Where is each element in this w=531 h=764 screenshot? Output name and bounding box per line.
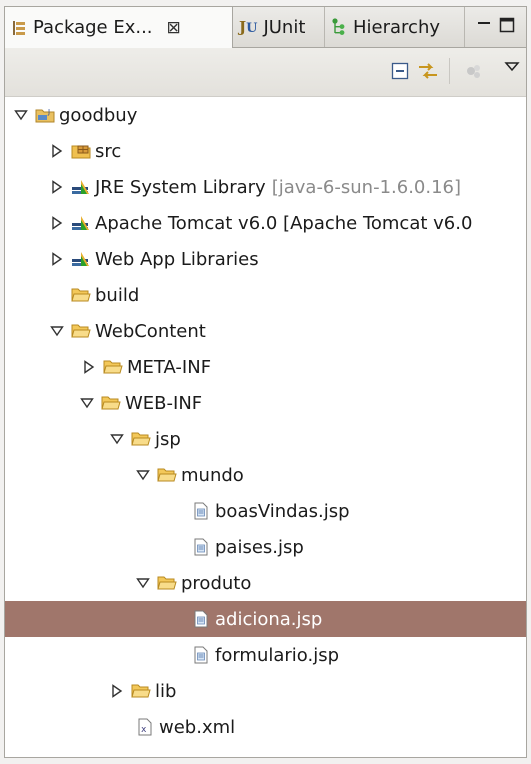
library-icon (71, 249, 91, 269)
tree-item-label: WEB-INF (125, 392, 203, 414)
tree-item-label: adiciona.jsp (215, 608, 323, 630)
folder-icon (131, 681, 151, 701)
tab-label: Package Ex... (33, 17, 153, 38)
expanded-twisty-icon[interactable] (109, 433, 125, 445)
tree-item-label: META-INF (127, 356, 212, 378)
svg-text:x: x (141, 725, 147, 735)
xml-file-icon: x (135, 717, 155, 737)
tree-item-produto[interactable]: produto (5, 565, 526, 601)
collapsed-twisty-icon[interactable] (49, 252, 65, 266)
tree-item-label: Web App Libraries (95, 248, 259, 270)
tree-item-jre-system-library[interactable]: JRE System Library [java-6-sun-1.6.0.16] (5, 169, 526, 205)
junit-icon: JU (239, 18, 258, 36)
tree-item-decoration: [java-6-sun-1.6.0.16] (271, 176, 462, 198)
tree-item-paises-jsp[interactable]: paises.jsp (5, 529, 526, 565)
tree-item-label: jsp (155, 428, 181, 450)
tree-item-goodbuy[interactable]: J goodbuy (5, 97, 526, 133)
tree-item-web-xml[interactable]: x web.xml (5, 709, 526, 745)
tree-item-label: src (95, 140, 122, 162)
focus-icon[interactable] (463, 60, 485, 82)
expanded-twisty-icon[interactable] (49, 325, 65, 337)
folder-icon (103, 357, 123, 377)
folder-icon (101, 393, 121, 413)
window-controls (477, 7, 515, 47)
tree-item-lib[interactable]: lib (5, 673, 526, 709)
collapsed-twisty-icon[interactable] (49, 144, 65, 158)
minimize-icon[interactable] (477, 17, 491, 38)
tree-item-meta-inf[interactable]: META-INF (5, 349, 526, 385)
package-explorer-icon (11, 20, 27, 36)
hierarchy-icon (331, 18, 347, 36)
tree-item-boasvindas-jsp[interactable]: boasVindas.jsp (5, 493, 526, 529)
tree-item-mundo[interactable]: mundo (5, 457, 526, 493)
expanded-twisty-icon[interactable] (79, 397, 95, 409)
tree-item-label: mundo (181, 464, 244, 486)
tab-junit[interactable]: JU JUnit (233, 7, 325, 47)
tab-package-explorer[interactable]: Package Ex... ⊠ (5, 7, 233, 48)
tree-item-label: Apache Tomcat v6.0 [Apache Tomcat v6.0 (95, 212, 473, 234)
tree-item-build[interactable]: build (5, 277, 526, 313)
tree-item-label: produto (181, 572, 252, 594)
tree-item-label: paises.jsp (215, 536, 304, 558)
tree-item-label: formulario.jsp (215, 644, 340, 666)
expanded-twisty-icon[interactable] (135, 469, 151, 481)
jsp-file-icon (191, 501, 211, 521)
collapsed-twisty-icon[interactable] (49, 180, 65, 194)
view-toolbar (5, 48, 526, 97)
folder-icon (157, 465, 177, 485)
folder-icon (71, 285, 91, 305)
link-with-editor-icon[interactable] (417, 60, 439, 82)
folder-icon (71, 321, 91, 341)
collapsed-twisty-icon[interactable] (49, 216, 65, 230)
close-icon[interactable]: ⊠ (167, 18, 181, 38)
tree-item-label: boasVindas.jsp (215, 500, 350, 522)
tree-item-label: WebContent (95, 320, 206, 342)
view-menu-icon[interactable] (501, 56, 523, 78)
maximize-icon[interactable] (499, 17, 515, 38)
collapse-all-icon[interactable] (389, 60, 411, 82)
tree-item-adiciona-jsp[interactable]: adiciona.jsp (5, 601, 526, 637)
library-icon (71, 213, 91, 233)
expanded-twisty-icon[interactable] (13, 109, 29, 121)
tree-item-web-inf[interactable]: WEB-INF (5, 385, 526, 421)
project-icon: J (35, 105, 55, 125)
tree-item-src[interactable]: src (5, 133, 526, 169)
collapsed-twisty-icon[interactable] (109, 684, 125, 698)
tree-item-label: JRE System Library (95, 176, 266, 198)
svg-text:J: J (47, 108, 50, 116)
package-folder-icon (71, 141, 91, 161)
package-explorer-view: Package Ex... ⊠ JU JUnit Hierarchy J goo… (4, 6, 527, 758)
jsp-file-icon (191, 645, 211, 665)
tree-item-label: goodbuy (59, 104, 138, 126)
tree-item-jsp[interactable]: jsp (5, 421, 526, 457)
tree-item-web-app-libraries[interactable]: Web App Libraries (5, 241, 526, 277)
expanded-twisty-icon[interactable] (135, 577, 151, 589)
jsp-file-icon (191, 609, 211, 629)
library-icon (71, 177, 91, 197)
tree-item-apache-tomcat[interactable]: Apache Tomcat v6.0 [Apache Tomcat v6.0 (5, 205, 526, 241)
jsp-file-icon (191, 537, 211, 557)
tree-item-label: build (95, 284, 140, 306)
collapsed-twisty-icon[interactable] (81, 360, 97, 374)
tab-label: Hierarchy (353, 16, 441, 38)
tab-hierarchy[interactable]: Hierarchy (325, 7, 465, 47)
tree-item-label: lib (155, 680, 177, 702)
view-tab-bar: Package Ex... ⊠ JU JUnit Hierarchy (5, 7, 526, 48)
tab-label: JUnit (263, 16, 306, 38)
tree-item-label: web.xml (159, 716, 236, 738)
tree-item-webcontent[interactable]: WebContent (5, 313, 526, 349)
toolbar-separator (449, 58, 450, 84)
tree-item-formulario-jsp[interactable]: formulario.jsp (5, 637, 526, 673)
folder-icon (157, 573, 177, 593)
folder-icon (131, 429, 151, 449)
